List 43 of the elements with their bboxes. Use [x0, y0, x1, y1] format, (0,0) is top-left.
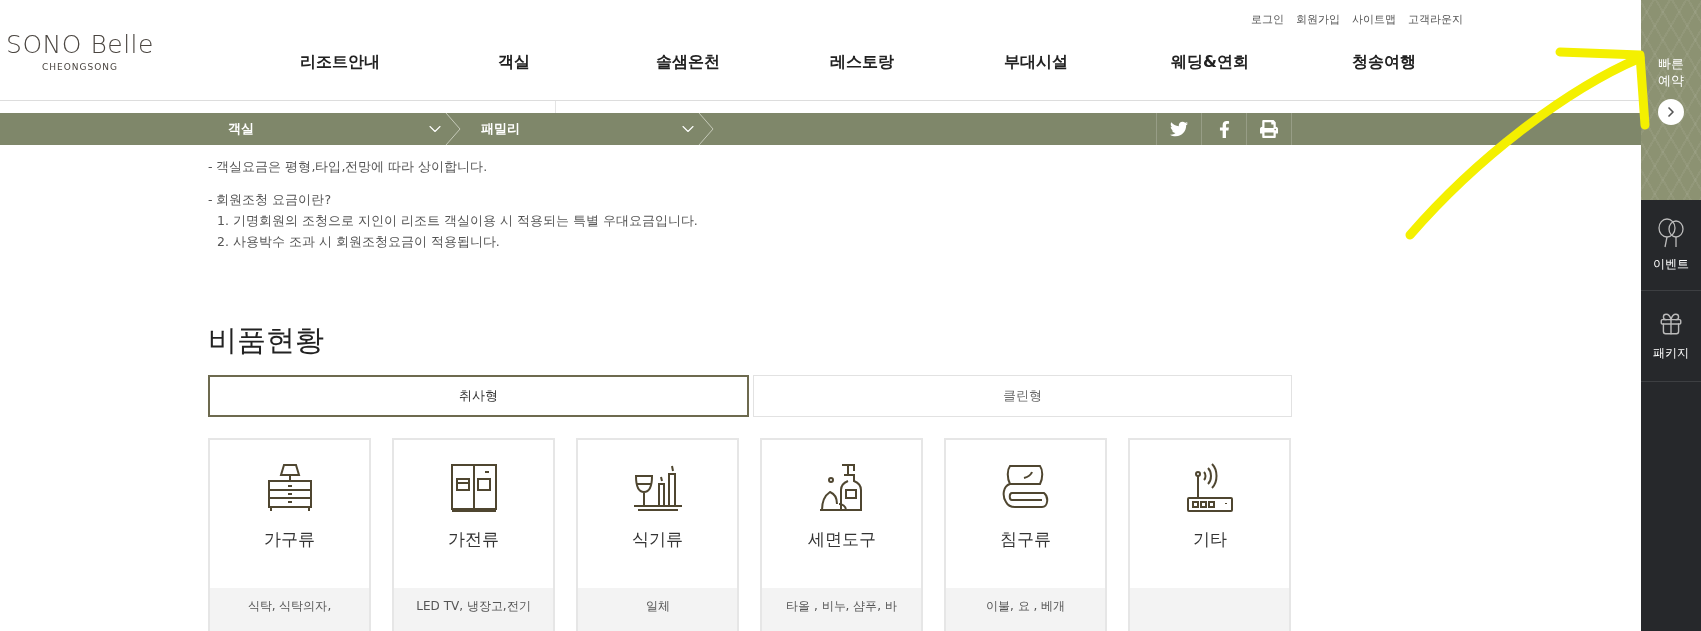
balloons-icon [1657, 217, 1685, 248]
card-description: 일체 [645, 598, 670, 615]
card-title: 기타 [1192, 528, 1227, 551]
breadcrumb-separator-icon [445, 113, 461, 145]
breadcrumb-dropdown[interactable]: 패밀리 [461, 113, 698, 145]
card-title: 가구류 [264, 528, 315, 551]
breadcrumb-separator-icon [698, 113, 714, 145]
utility-link[interactable]: 고객라운지 [1408, 12, 1463, 28]
card-title: 침구류 [1000, 528, 1051, 551]
utility-link[interactable]: 사이트맵 [1352, 12, 1396, 28]
refrigerator-icon [448, 462, 499, 514]
section-title: 비품현황 [208, 322, 325, 359]
utility-link[interactable]: 로그인 [1251, 12, 1284, 28]
nav-item[interactable]: 솔샘온천 [601, 52, 775, 73]
chevron-right-icon [1658, 99, 1684, 125]
note-text: - 객실요금은 평형,타입,전망에 따라 상이합니다. [208, 158, 489, 176]
logo-name[interactable]: SONO Belle [6, 30, 154, 59]
tab[interactable]: 취사형 [208, 375, 749, 417]
nav-item[interactable]: 부대시설 [949, 52, 1123, 73]
bird-icon [1170, 120, 1188, 138]
card-title: 세면도구 [807, 528, 876, 551]
nav-item[interactable]: 웨딩&연회 [1123, 52, 1297, 73]
nav-item[interactable]: 리조트안내 [253, 52, 427, 73]
note-text: 2. 사용박수 조과 시 회원조청요금이 적용됩니다. [217, 233, 501, 251]
print-button[interactable] [1246, 113, 1292, 145]
logo-subtitle: CHEONGSONG [41, 62, 118, 72]
utility-link[interactable]: 회원가입 [1296, 12, 1340, 28]
card-description: 식탁, 식탁의자, [247, 598, 332, 615]
note-text: - 회원조청 요금이란? [208, 191, 333, 209]
nav-item[interactable]: 레스토랑 [775, 52, 949, 73]
tab[interactable]: 클린형 [753, 375, 1292, 417]
note-text: 1. 기명회원의 조청으로 지인이 리조트 객실이용 시 적용되는 특별 우대요금입니다. [217, 212, 699, 230]
nav-item[interactable]: 청송여행 [1297, 52, 1471, 73]
card-description: 이불, 요 , 베개 [985, 598, 1066, 615]
sidebar-item[interactable]: 패키지 [1641, 291, 1701, 382]
card-title: 가전류 [448, 528, 499, 551]
printer-icon [1260, 120, 1278, 138]
card-description: 타올 , 비누, 샴푸, 바 [786, 598, 897, 615]
card-description: LED TV, 냉장고,전기 [416, 598, 531, 615]
sidebar-item[interactable]: 이벤트 [1641, 200, 1701, 291]
nav-item[interactable]: 객실 [427, 52, 601, 73]
card-title: 식기류 [632, 528, 683, 551]
breadcrumb-dropdown[interactable]: 객실 [208, 113, 445, 145]
